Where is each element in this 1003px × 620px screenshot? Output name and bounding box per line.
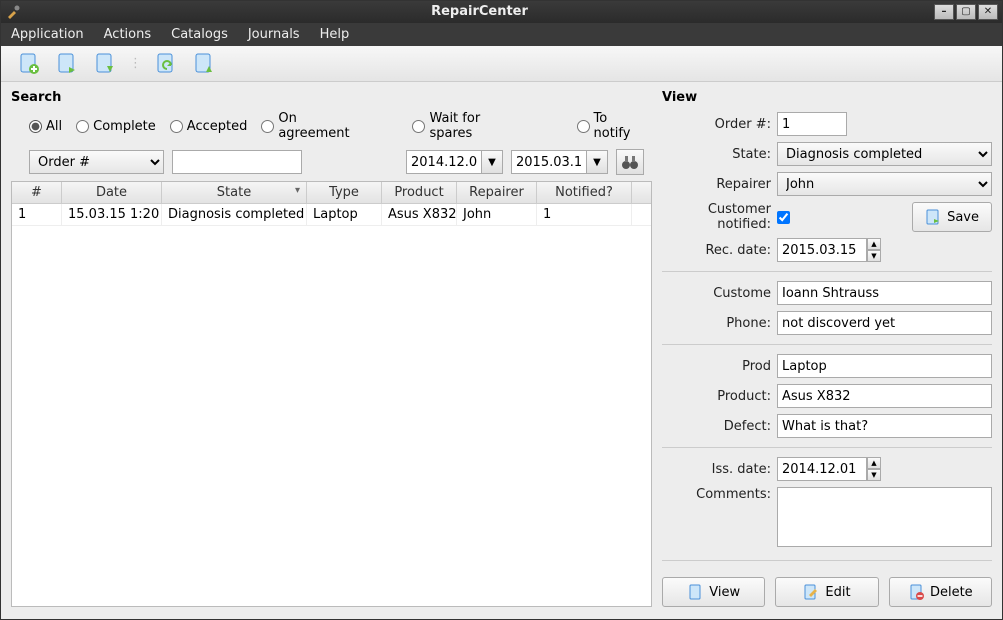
label-issdate: Iss. date: [662, 462, 777, 477]
table-header: # Date State Type Product Repairer Notif… [12, 182, 651, 204]
field-repairer[interactable]: John [777, 172, 992, 196]
field-defect[interactable] [777, 414, 992, 438]
field-issdate[interactable]: ▲▼ [777, 457, 881, 481]
view-title: View [662, 90, 992, 105]
maximize-button[interactable]: ▢ [956, 4, 976, 20]
search-pane: Search All Complete Accepted On agreemen… [11, 88, 652, 607]
delete-icon [908, 584, 924, 600]
col-product[interactable]: Product [382, 182, 457, 203]
field-state[interactable]: Diagnosis completed [777, 142, 992, 166]
filter-spares[interactable]: Wait for spares [412, 111, 520, 141]
delete-button[interactable]: Delete [889, 577, 992, 607]
window: RepairCenter – ▢ ✕ Application Actions C… [0, 0, 1003, 620]
field-product[interactable] [777, 384, 992, 408]
field-phone[interactable] [777, 311, 992, 335]
col-notified[interactable]: Notified? [537, 182, 632, 203]
search-button[interactable] [616, 149, 644, 175]
menu-application[interactable]: Application [11, 27, 84, 42]
label-order: Order #: [662, 117, 777, 132]
menu-actions[interactable]: Actions [104, 27, 152, 42]
titlebar: RepairCenter – ▢ ✕ [1, 1, 1002, 23]
params-row: Order # ▼ ▼ [11, 145, 652, 181]
menubar: Application Actions Catalogs Journals He… [1, 23, 1002, 46]
field-comments[interactable] [777, 487, 992, 547]
filter-row: All Complete Accepted On agreement Wait … [11, 109, 652, 145]
col-type[interactable]: Type [307, 182, 382, 203]
binoculars-icon [621, 153, 639, 171]
label-defect: Defect: [662, 419, 777, 434]
spin-down-icon[interactable]: ▼ [867, 469, 881, 481]
chevron-down-icon[interactable]: ▼ [586, 150, 608, 174]
search-text-input[interactable] [172, 150, 302, 174]
field-recdate[interactable]: ▲▼ [777, 238, 881, 262]
close-button[interactable]: ✕ [978, 4, 998, 20]
col-num[interactable]: # [12, 182, 62, 203]
chevron-down-icon[interactable]: ▼ [481, 150, 503, 174]
filter-complete[interactable]: Complete [76, 119, 156, 134]
label-notified: Customer notified: [662, 202, 777, 232]
label-phone: Phone: [662, 316, 777, 331]
results-table: # Date State Type Product Repairer Notif… [11, 181, 652, 607]
minimize-button[interactable]: – [934, 4, 954, 20]
toolbar-new-doc-icon[interactable] [15, 50, 43, 78]
toolbar-doc-next-icon[interactable] [53, 50, 81, 78]
edit-button[interactable]: Edit [775, 577, 878, 607]
date-from-combo[interactable]: ▼ [406, 150, 503, 174]
table-row[interactable]: 1 15.03.15 1:20 Diagnosis completed Lapt… [12, 204, 651, 226]
label-product: Product: [662, 389, 777, 404]
toolbar: ⋮ [1, 46, 1002, 82]
filter-accepted[interactable]: Accepted [170, 119, 248, 134]
toolbar-refresh-doc-icon[interactable] [152, 50, 180, 78]
field-customer[interactable] [777, 281, 992, 305]
field-prodtype[interactable] [777, 354, 992, 378]
col-repairer[interactable]: Repairer [457, 182, 537, 203]
toolbar-separator: ⋮ [129, 56, 142, 71]
label-comments: Comments: [662, 487, 777, 502]
spin-up-icon[interactable]: ▲ [867, 457, 881, 469]
col-date[interactable]: Date [62, 182, 162, 203]
date-to-combo[interactable]: ▼ [511, 150, 608, 174]
search-field-select[interactable]: Order # [29, 150, 164, 174]
field-notified[interactable] [777, 211, 790, 224]
save-icon [925, 209, 941, 225]
edit-icon [803, 584, 819, 600]
save-button[interactable]: Save [912, 202, 992, 232]
col-state[interactable]: State [162, 182, 307, 203]
menu-help[interactable]: Help [320, 27, 350, 42]
label-prodtype: Prod [662, 359, 777, 374]
view-pane: View Order #: State:Diagnosis completed … [662, 88, 992, 607]
filter-notify[interactable]: To notify [577, 111, 645, 141]
document-icon [687, 584, 703, 600]
view-button[interactable]: View [662, 577, 765, 607]
toolbar-doc-up-icon[interactable] [190, 50, 218, 78]
window-title: RepairCenter [25, 4, 934, 19]
content: Search All Complete Accepted On agreemen… [1, 82, 1002, 619]
field-order[interactable] [777, 112, 847, 136]
label-state: State: [662, 147, 777, 162]
label-repairer: Repairer [662, 177, 777, 192]
label-recdate: Rec. date: [662, 243, 777, 258]
spin-down-icon[interactable]: ▼ [867, 250, 881, 262]
spin-up-icon[interactable]: ▲ [867, 238, 881, 250]
menu-catalogs[interactable]: Catalogs [171, 27, 228, 42]
filter-all[interactable]: All [29, 119, 62, 134]
menu-journals[interactable]: Journals [248, 27, 300, 42]
search-title: Search [11, 90, 652, 105]
label-customer: Custome [662, 286, 777, 301]
filter-agreement[interactable]: On agreement [261, 111, 365, 141]
toolbar-doc-down-icon[interactable] [91, 50, 119, 78]
app-icon [1, 5, 25, 19]
